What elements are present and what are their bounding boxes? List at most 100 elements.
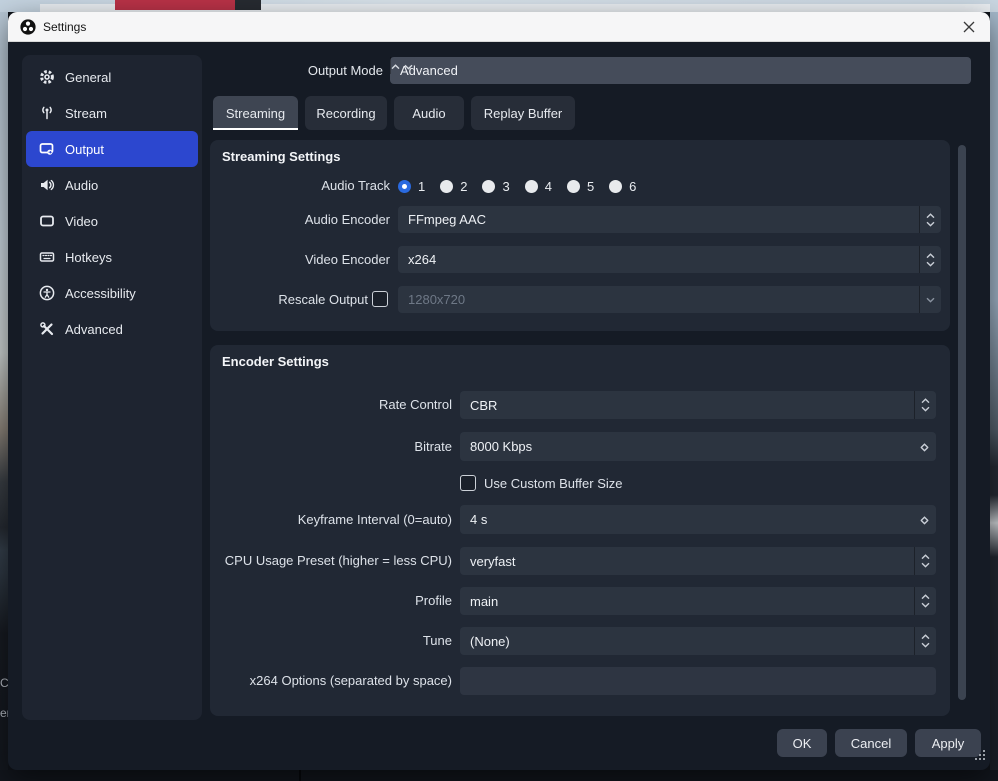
obs-logo-icon [20, 19, 36, 35]
rate-control-select[interactable]: CBR [460, 391, 936, 419]
sidebar-item-accessibility[interactable]: Accessibility [26, 275, 198, 311]
keyframe-interval-label: Keyframe Interval (0=auto) [210, 505, 452, 534]
audio-track-option-5[interactable]: 5 [567, 179, 594, 194]
keyboard-icon [38, 249, 55, 266]
desktop: { "window": { "title": "Settings" }, "ba… [0, 0, 998, 781]
cancel-button[interactable]: Cancel [835, 729, 907, 757]
tab-recording[interactable]: Recording [305, 96, 387, 130]
video-encoder-label: Video Encoder [210, 246, 390, 273]
sidebar-item-label: Stream [65, 106, 107, 121]
sidebar-item-audio[interactable]: Audio [26, 167, 198, 203]
close-button[interactable] [956, 14, 982, 40]
chevron-down-icon[interactable] [920, 439, 929, 457]
tab-audio[interactable]: Audio [394, 96, 464, 130]
background-red-bar [115, 0, 235, 10]
cpu-usage-preset-label: CPU Usage Preset (higher = less CPU) [210, 547, 452, 575]
output-mode-label: Output Mode [260, 57, 383, 84]
sidebar-item-label: Hotkeys [65, 250, 112, 265]
chevron-updown-icon[interactable] [914, 587, 936, 615]
apply-button[interactable]: Apply [915, 729, 981, 757]
monitor-icon [38, 213, 55, 230]
title-bar[interactable]: Settings [8, 12, 990, 42]
output-mode-select[interactable]: Advanced [390, 57, 971, 84]
output-icon [38, 141, 55, 158]
output-mode-value: Advanced [400, 57, 458, 84]
background-bottom-strip [0, 770, 998, 781]
chevron-down-icon [919, 286, 941, 313]
resize-grip[interactable] [975, 748, 986, 766]
sidebar-item-label: General [65, 70, 111, 85]
sidebar-item-label: Audio [65, 178, 98, 193]
sidebar-item-hotkeys[interactable]: Hotkeys [26, 239, 198, 275]
section-title: Encoder Settings [222, 354, 329, 369]
radio-icon[interactable] [567, 180, 580, 193]
encoder-settings-panel: Encoder Settings Rate Control CBR Bitrat… [210, 345, 950, 716]
sidebar-item-label: Accessibility [65, 286, 136, 301]
audio-track-option-2[interactable]: 2 [440, 179, 467, 194]
audio-track-label: Audio Track [210, 176, 390, 196]
close-icon [963, 21, 975, 33]
background-dark-bar [235, 0, 261, 10]
radio-icon[interactable] [609, 180, 622, 193]
rate-control-label: Rate Control [210, 391, 452, 419]
tune-select[interactable]: (None) [460, 627, 936, 655]
cpu-usage-preset-select[interactable]: veryfast [460, 547, 936, 575]
streaming-settings-panel: Streaming Settings Audio Track 1 2 3 4 5… [210, 140, 950, 331]
radio-checked-icon[interactable] [398, 180, 411, 193]
sidebar-item-output[interactable]: Output [26, 131, 198, 167]
profile-select[interactable]: main [460, 587, 936, 615]
ok-button[interactable]: OK [777, 729, 827, 757]
chevron-updown-icon[interactable] [919, 206, 941, 233]
rescale-resolution-combobox: 1280x720 [398, 286, 941, 313]
sidebar-item-general[interactable]: General [26, 59, 198, 95]
radio-icon[interactable] [482, 180, 495, 193]
bitrate-label: Bitrate [210, 432, 452, 461]
audio-track-option-1[interactable]: 1 [398, 179, 425, 194]
tune-label: Tune [210, 627, 452, 655]
x264-options-label: x264 Options (separated by space) [210, 667, 452, 695]
rescale-output-label: Rescale Output [210, 286, 368, 313]
use-custom-buffer-size-label: Use Custom Buffer Size [484, 475, 622, 492]
vertical-scrollbar[interactable] [958, 145, 966, 700]
radio-icon[interactable] [525, 180, 538, 193]
chevron-down-icon[interactable] [920, 512, 929, 530]
radio-icon[interactable] [440, 180, 453, 193]
section-title: Streaming Settings [222, 149, 340, 164]
settings-dialog: Settings General Stream Output [8, 12, 990, 770]
background-left-strip [0, 12, 8, 770]
tab-replay-buffer[interactable]: Replay Buffer [471, 96, 575, 130]
chevron-updown-icon[interactable] [914, 627, 936, 655]
profile-label: Profile [210, 587, 452, 615]
background-divider-line [299, 770, 301, 781]
window-title: Settings [43, 12, 86, 42]
audio-encoder-select[interactable]: FFmpeg AAC [398, 206, 941, 233]
background-right-highlight [990, 495, 998, 557]
chevron-updown-icon[interactable] [914, 547, 936, 575]
speaker-icon [38, 177, 55, 194]
sidebar-item-label: Output [65, 142, 104, 157]
sidebar-item-advanced[interactable]: Advanced [26, 311, 198, 347]
broadcast-icon [38, 105, 55, 122]
sidebar-item-stream[interactable]: Stream [26, 95, 198, 131]
video-encoder-select[interactable]: x264 [398, 246, 941, 273]
chevron-updown-icon[interactable] [914, 391, 936, 419]
sidebar-item-label: Advanced [65, 322, 123, 337]
audio-track-radio-group: 1 2 3 4 5 6 [398, 176, 651, 196]
x264-options-input[interactable] [460, 667, 936, 695]
keyframe-interval-spinbox[interactable]: 4 s [460, 505, 936, 534]
sidebar-item-label: Video [65, 214, 98, 229]
audio-encoder-label: Audio Encoder [210, 206, 390, 233]
use-custom-buffer-size-checkbox[interactable] [460, 475, 476, 491]
audio-track-option-3[interactable]: 3 [482, 179, 509, 194]
background-right-strip [990, 12, 998, 770]
chevron-updown-icon[interactable] [919, 246, 941, 273]
settings-sidebar: General Stream Output Audio Video [22, 55, 202, 720]
sidebar-item-video[interactable]: Video [26, 203, 198, 239]
tools-icon [38, 321, 55, 338]
audio-track-option-4[interactable]: 4 [525, 179, 552, 194]
audio-track-option-6[interactable]: 6 [609, 179, 636, 194]
gear-icon [38, 69, 55, 86]
rescale-output-checkbox[interactable] [372, 291, 388, 307]
tab-streaming[interactable]: Streaming [213, 96, 298, 130]
bitrate-spinbox[interactable]: 8000 Kbps [460, 432, 936, 461]
